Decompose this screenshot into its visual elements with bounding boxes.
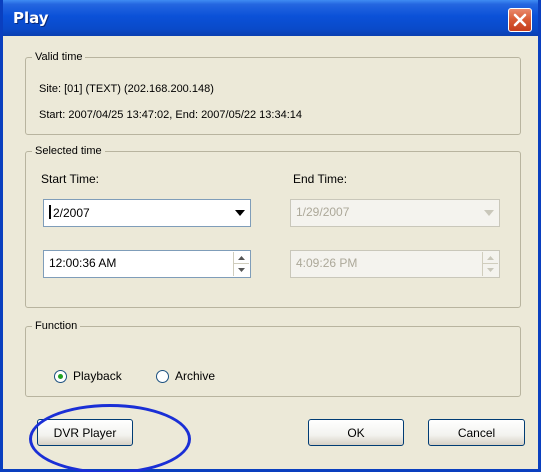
window-title: Play [13, 9, 49, 27]
cancel-button[interactable]: Cancel [428, 419, 525, 446]
end-date-value: 1/29/2007 [296, 205, 350, 219]
start-time-spinner[interactable]: 12:00:36 AM [43, 250, 251, 278]
playback-label[interactable]: Playback [73, 369, 122, 383]
play-dialog: Play Valid time Site: [01] (TEXT) (202.1… [0, 0, 541, 472]
end-date-dropdown-button [480, 201, 498, 225]
start-date-dropdown-button[interactable] [231, 201, 249, 225]
start-time-value: 12:00:36 AM [49, 256, 117, 270]
title-bar[interactable]: Play [3, 0, 538, 36]
dvr-player-button[interactable]: DVR Player [37, 419, 133, 446]
valid-site-line: Site: [01] (TEXT) (202.168.200.148) [39, 83, 214, 95]
selected-time-legend: Selected time [35, 145, 102, 157]
start-date-value: 2/2007 [49, 205, 90, 220]
spin-down-icon[interactable] [233, 264, 249, 276]
end-time-spinner: 4:09:26 PM [290, 250, 500, 278]
chevron-down-icon [484, 210, 494, 216]
function-group: Function [25, 320, 521, 397]
end-time-spin-buttons [482, 252, 498, 276]
end-time-label: End Time: [293, 172, 348, 186]
valid-range-line: Start: 2007/04/25 13:47:02, End: 2007/05… [39, 109, 302, 121]
valid-time-legend: Valid time [35, 51, 83, 63]
archive-radio[interactable] [156, 370, 169, 383]
spin-up-icon[interactable] [233, 252, 249, 264]
end-date-picker: 1/29/2007 [290, 199, 500, 227]
function-legend: Function [35, 320, 78, 332]
end-time-value: 4:09:26 PM [296, 256, 358, 270]
ok-button[interactable]: OK [308, 419, 404, 446]
close-button[interactable] [508, 8, 532, 32]
start-time-spin-buttons[interactable] [233, 252, 249, 276]
spin-up-icon [482, 252, 498, 264]
chevron-down-icon [235, 210, 245, 216]
start-date-picker[interactable]: 2/2007 [43, 199, 251, 227]
start-time-label: Start Time: [41, 172, 100, 186]
playback-radio[interactable] [54, 370, 67, 383]
spin-down-icon [482, 264, 498, 276]
close-icon [513, 13, 527, 27]
archive-label[interactable]: Archive [175, 369, 215, 383]
